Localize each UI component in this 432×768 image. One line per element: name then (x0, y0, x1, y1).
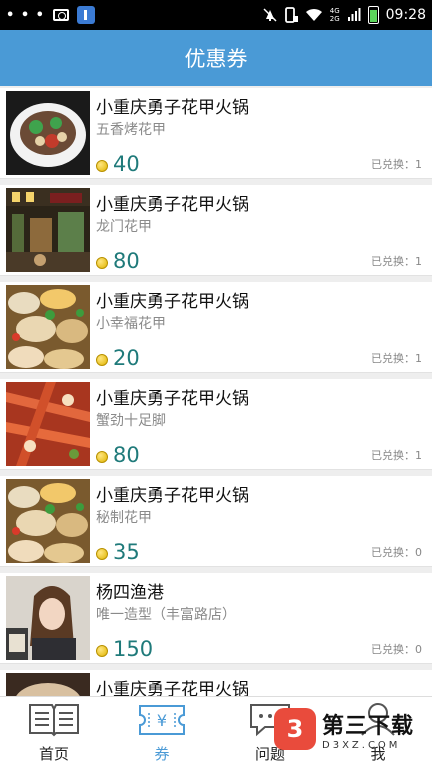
redeemed-count: 已兑换：1 (371, 255, 422, 268)
page-title: 优惠券 (184, 47, 248, 71)
watermark-url: D3XZ.COM (322, 739, 401, 751)
dish-name: 小幸福花甲 (96, 316, 166, 332)
coin-icon (96, 257, 108, 269)
app-notification-icon (76, 6, 95, 24)
coupon-item[interactable]: 小重庆勇子花甲火锅 小幸福花甲 20 已兑换：1 (0, 282, 432, 373)
ticket-icon: ¥ (139, 705, 185, 735)
shop-name: 小重庆勇子花甲火锅 (96, 486, 249, 506)
coupon-item[interactable]: 小重庆勇子花甲火锅 秘制花甲 35 已兑换：0 (0, 476, 432, 567)
coin-icon (96, 354, 108, 366)
coupon-thumbnail (6, 576, 90, 660)
redeemed-count: 已兑换：1 (371, 449, 422, 462)
tab-label: 券 (154, 745, 170, 763)
dish-name: 五香烤花甲 (96, 122, 166, 138)
phone-vibrate-icon (284, 7, 298, 23)
shop-name: 小重庆勇子花甲火锅 (96, 195, 249, 215)
mute-icon (263, 8, 277, 22)
book-icon (29, 704, 79, 737)
coupon-price: 80 (96, 249, 140, 273)
dish-name: 蟹劲十足脚 (96, 413, 166, 429)
title-bar: 优惠券 (0, 30, 432, 86)
coupon-thumbnail (6, 673, 90, 696)
coupon-thumbnail (6, 479, 90, 563)
dish-name: 唯一造型（丰富路店） (96, 607, 236, 623)
redeemed-count: 已兑换：1 (371, 158, 422, 171)
notification-dots-icon: • • • (6, 7, 45, 23)
network-indicator: 4G 2G (329, 7, 340, 23)
shop-name: 小重庆勇子花甲火锅 (96, 680, 249, 696)
coin-icon (96, 548, 108, 560)
shop-name: 杨四渔港 (96, 583, 164, 603)
status-bar: • • • 4G 2G 09:28 (0, 0, 432, 30)
tab-home[interactable]: 首页 (0, 697, 108, 768)
coin-icon (96, 160, 108, 172)
dish-name: 龙门花甲 (96, 219, 152, 235)
coupon-list[interactable]: 小重庆勇子花甲火锅 五香烤花甲 40 已兑换：1 小重庆勇子花甲火锅 龙门花甲 … (0, 88, 432, 696)
redeemed-count: 已兑换：1 (371, 352, 422, 365)
shop-name: 小重庆勇子花甲火锅 (96, 98, 249, 118)
dish-name: 秘制花甲 (96, 510, 152, 526)
tab-label: 首页 (38, 745, 69, 763)
coupon-thumbnail (6, 285, 90, 369)
coupon-price: 35 (96, 540, 140, 564)
coupon-item[interactable]: 小重庆勇子花甲火锅 蟹劲十足脚 80 已兑换：1 (0, 379, 432, 470)
coupon-item[interactable]: 杨四渔港 唯一造型（丰富路店） 150 已兑换：0 (0, 573, 432, 664)
coupon-price: 80 (96, 443, 140, 467)
shop-name: 小重庆勇子花甲火锅 (96, 389, 249, 409)
coin-icon (96, 645, 108, 657)
watermark-logo: 3 (274, 708, 316, 750)
clock: 09:28 (385, 7, 426, 23)
redeemed-count: 已兑换：0 (371, 643, 422, 656)
tab-coupon[interactable]: ¥ 券 (108, 697, 216, 768)
coupon-item[interactable]: 小重庆勇子花甲火锅 龙门花甲 80 已兑换：1 (0, 185, 432, 276)
watermark: 3 第三下载 D3XZ.COM (274, 700, 422, 758)
watermark-text: 第三下载 (322, 713, 415, 739)
wifi-icon (305, 8, 322, 21)
screenshot-icon (52, 9, 69, 21)
coupon-item[interactable]: 小重庆勇子花甲火锅 (0, 670, 432, 696)
coupon-thumbnail (6, 188, 90, 272)
coupon-thumbnail (6, 91, 90, 175)
battery-icon (367, 6, 379, 24)
coupon-price: 20 (96, 346, 140, 370)
coupon-item[interactable]: 小重庆勇子花甲火锅 五香烤花甲 40 已兑换：1 (0, 88, 432, 179)
svg-text:¥: ¥ (157, 711, 167, 730)
coupon-price: 150 (96, 637, 153, 661)
coin-icon (96, 451, 108, 463)
signal-icon (347, 8, 361, 21)
shop-name: 小重庆勇子花甲火锅 (96, 292, 249, 312)
coupon-thumbnail (6, 382, 90, 466)
coupon-price: 40 (96, 152, 140, 176)
redeemed-count: 已兑换：0 (371, 546, 422, 559)
